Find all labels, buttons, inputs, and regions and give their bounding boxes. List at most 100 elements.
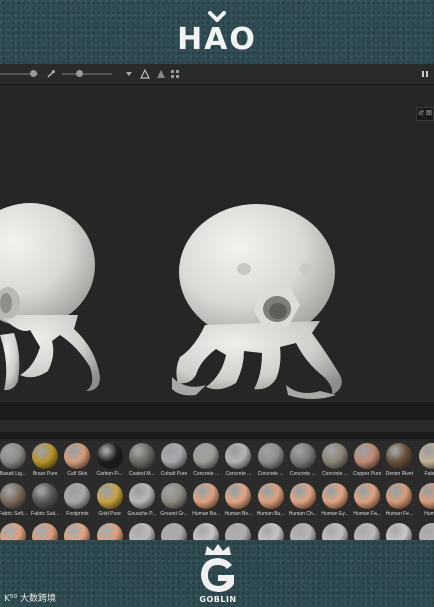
hao-logo-text: HAO (177, 22, 257, 57)
octopus-left-model (0, 203, 100, 391)
material-label: Concrete ... (257, 471, 284, 477)
material-swatch[interactable]: Fabric Soft... (0, 483, 31, 523)
material-preview-sphere[interactable] (322, 523, 348, 540)
material-library: Basalt Lig... Brass Pure Calf Skin Carbon F… (0, 441, 434, 540)
material-swatch[interactable]: Fabr... (416, 443, 434, 483)
material-swatch[interactable]: Human Ch... (287, 483, 321, 523)
warning-triangle-icon[interactable] (140, 69, 150, 79)
material-preview-sphere (96, 483, 123, 509)
material-label: Hum... (424, 511, 434, 517)
move-tool-icon[interactable] (46, 69, 56, 79)
material-preview-sphere (0, 483, 26, 509)
material-label: Concrete ... (289, 471, 316, 477)
material-preview-sphere (193, 443, 220, 469)
material-label: Gouache P... (127, 511, 157, 517)
material-preview-sphere (32, 443, 59, 469)
material-preview-sphere[interactable] (289, 523, 316, 540)
material-label: Cobalt Pure (160, 471, 188, 477)
material-preview-sphere (193, 483, 220, 509)
pause-icon[interactable] (420, 69, 430, 79)
material-label: Calf Skin (67, 471, 88, 477)
material-label: Human Ch... (288, 511, 317, 517)
material-preview-sphere (418, 443, 434, 469)
material-preview-sphere[interactable] (225, 523, 252, 540)
material-preview-sphere (128, 483, 155, 509)
material-preview-sphere (64, 443, 91, 469)
intensity-slider[interactable] (62, 70, 112, 77)
material-preview-sphere (64, 483, 91, 509)
viewport-toolbar (0, 64, 434, 85)
material-swatch[interactable]: Human Ey... (319, 483, 353, 523)
material-preview-sphere (289, 443, 316, 469)
sculpt-app-window: 对 图 Basalt Lig... Brass Pure Calf Skin C… (0, 64, 434, 540)
material-swatch[interactable]: Concrete ... (222, 443, 256, 483)
material-label: Human Be... (224, 511, 253, 517)
material-swatch[interactable]: Concrete ... (287, 443, 321, 483)
material-swatch[interactable]: Human Fa... (351, 483, 385, 523)
material-swatch[interactable]: Carbon Fi... (94, 443, 128, 483)
material-preview-sphere[interactable] (96, 523, 123, 540)
material-swatch[interactable]: Human Fe... (383, 483, 417, 523)
material-label: Human Ey... (321, 511, 349, 517)
material-preview-sphere (0, 443, 26, 469)
mirror-tool-icon[interactable] (156, 69, 166, 79)
material-preview-sphere[interactable] (193, 523, 220, 540)
material-swatch[interactable]: Fabric Suit... (29, 483, 63, 523)
material-preview-sphere[interactable] (32, 523, 59, 540)
material-preview-sphere (418, 483, 434, 509)
goblin-brand-footer: GOBLIN (0, 540, 434, 607)
material-preview-sphere[interactable] (64, 523, 91, 540)
material-label: Concrete ... (225, 471, 252, 477)
material-label: Coated M... (128, 471, 155, 477)
material-label: Fabr... (424, 471, 434, 477)
material-swatch[interactable]: Cobalt Pure (158, 443, 192, 483)
material-preview-sphere[interactable] (354, 523, 381, 540)
hao-brand-header: HAO (0, 0, 434, 64)
material-preview-sphere (354, 483, 381, 509)
material-swatch[interactable]: Denim Rivet (383, 443, 417, 483)
material-label: Copper Pure (353, 471, 382, 477)
material-swatch[interactable]: Basalt Lig... (0, 443, 31, 483)
material-preview-sphere[interactable] (257, 523, 284, 540)
material-preview-sphere[interactable] (386, 523, 413, 540)
material-preview-sphere[interactable] (0, 523, 26, 540)
material-label: Brass Pure (32, 471, 58, 477)
material-swatch[interactable]: Hum... (416, 483, 434, 523)
material-preview-sphere (161, 443, 187, 469)
material-swatch[interactable]: Human Be... (222, 483, 256, 523)
material-preview-sphere (96, 443, 123, 469)
material-preview-sphere[interactable] (128, 523, 155, 540)
material-swatch[interactable]: Concrete ... (319, 443, 353, 483)
goblin-logo-icon (201, 558, 234, 592)
dropdown-arrow-icon[interactable] (124, 69, 134, 79)
material-preview-sphere[interactable] (418, 523, 434, 540)
material-swatch[interactable]: Coated M... (126, 443, 160, 483)
material-preview-sphere (32, 483, 59, 509)
material-swatch[interactable]: Footprints (61, 483, 95, 523)
material-preview-sphere (257, 483, 284, 509)
material-preview-sphere (322, 483, 348, 509)
material-swatch[interactable]: Calf Skin (61, 443, 95, 483)
material-swatch[interactable]: Brass Pure (29, 443, 63, 483)
material-preview-sphere (289, 483, 316, 509)
material-swatch[interactable]: Gold Pure (94, 483, 128, 523)
material-label: Concrete ... (322, 471, 348, 477)
material-swatch[interactable]: Gouache P... (126, 483, 160, 523)
material-label: Carbon Fi... (96, 471, 123, 477)
brush-size-slider[interactable] (0, 70, 38, 77)
material-swatch[interactable]: Human Bu... (255, 483, 289, 523)
grid-icon[interactable] (170, 69, 180, 79)
material-swatch[interactable]: Concrete ... (255, 443, 289, 483)
material-swatch[interactable]: Concrete ... (190, 443, 224, 483)
material-preview-sphere[interactable] (161, 523, 187, 540)
material-label: Human Fe... (385, 511, 414, 517)
material-preview-sphere (354, 443, 381, 469)
material-label: Footprints (66, 511, 89, 517)
material-swatch[interactable]: Ground Gr... (158, 483, 192, 523)
material-swatch[interactable]: Copper Pure (351, 443, 385, 483)
material-swatch[interactable]: Human Ba... (190, 483, 224, 523)
3d-viewport[interactable]: 对 图 (0, 85, 434, 412)
material-preview-sphere (225, 483, 252, 509)
octopus-models (0, 203, 342, 399)
material-preview-sphere (322, 443, 348, 469)
